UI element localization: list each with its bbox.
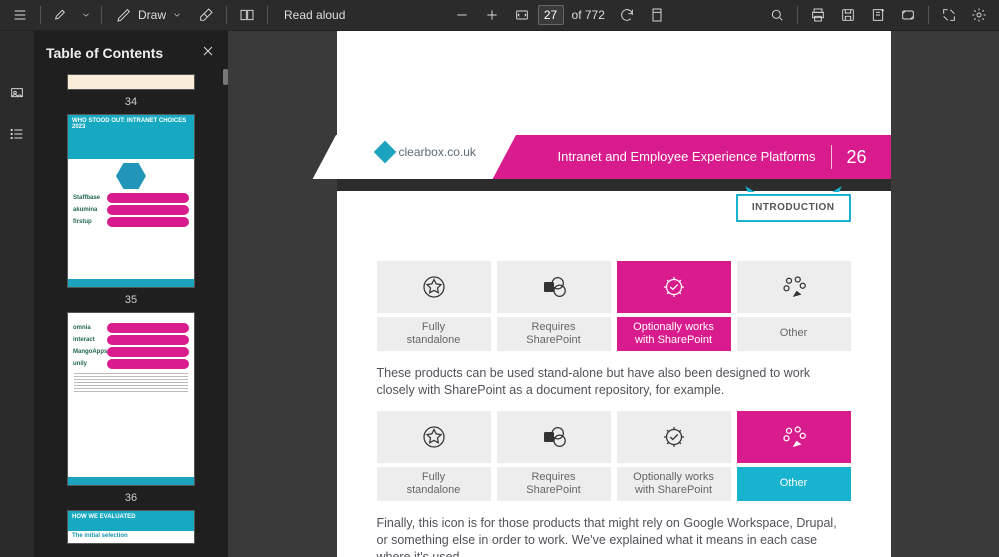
- search-icon[interactable]: [763, 1, 791, 29]
- standalone-label: Fully standalone: [377, 317, 491, 351]
- document-viewport[interactable]: clearbox.co.uk Intranet and Employee Exp…: [228, 31, 999, 557]
- pen-icon: [116, 7, 132, 23]
- thumbnail-list: 34 WHO STOOD OUT: INTRANET CHOICES 2023 …: [34, 74, 228, 557]
- requires-sharepoint-label: Requires SharePoint: [497, 467, 611, 501]
- read-aloud-button[interactable]: Read aloud: [274, 8, 355, 22]
- toc-title: Table of Contents: [46, 45, 163, 61]
- zoom-in-icon[interactable]: [478, 1, 506, 29]
- brand-logo: clearbox.co.uk: [377, 144, 476, 160]
- requires-sharepoint-label: Requires SharePoint: [497, 317, 611, 351]
- other-icon: [737, 261, 851, 313]
- thumbnail-36[interactable]: omnia interact MangoApps unily: [67, 312, 195, 486]
- para-other: Finally, this icon is for those products…: [377, 515, 851, 557]
- banner-page-number: 26: [831, 145, 866, 169]
- thumbnail-label: 35: [125, 294, 137, 306]
- zoom-out-icon[interactable]: [448, 1, 476, 29]
- pdf-page: clearbox.co.uk Intranet and Employee Exp…: [337, 31, 891, 557]
- outline-view-icon[interactable]: [4, 121, 30, 147]
- sidebar-scrollbar[interactable]: [223, 69, 228, 85]
- page-view-icon[interactable]: [643, 1, 671, 29]
- close-sidebar-icon[interactable]: [200, 43, 216, 62]
- screenshot-icon[interactable]: [894, 1, 922, 29]
- thumbnail-37[interactable]: HOW WE EVALUATED The initial selection: [67, 510, 195, 544]
- other-label: Other: [737, 467, 851, 501]
- sidebar-rail: [0, 31, 34, 557]
- settings-icon[interactable]: [965, 1, 993, 29]
- intro-tag: INTRODUCTION: [736, 194, 851, 222]
- thumbnails-view-icon[interactable]: [4, 81, 30, 107]
- option-row-icons: S: [377, 261, 851, 313]
- draw-label: Draw: [138, 8, 166, 22]
- erase-icon[interactable]: [192, 1, 220, 29]
- other-icon: [737, 411, 851, 463]
- cube-icon: [373, 141, 396, 164]
- optional-sharepoint-icon: [617, 261, 731, 313]
- standalone-label: Fully standalone: [377, 467, 491, 501]
- thumbnail-label: 36: [125, 492, 137, 504]
- fit-page-icon[interactable]: [508, 1, 536, 29]
- banner-title: Intranet and Employee Experience Platfor…: [558, 148, 816, 166]
- save-icon[interactable]: [834, 1, 862, 29]
- requires-sharepoint-icon: S: [497, 261, 611, 313]
- read-aloud-label: Read aloud: [284, 8, 345, 22]
- chevron-down-icon: [172, 10, 182, 20]
- page-controls: of 772: [448, 1, 671, 29]
- rotate-icon[interactable]: [613, 1, 641, 29]
- optional-sharepoint-label: Optionally works with SharePoint: [617, 467, 731, 501]
- other-label: Other: [737, 317, 851, 351]
- thumbnail-label: 34: [125, 96, 137, 108]
- fullscreen-icon[interactable]: [935, 1, 963, 29]
- add-note-icon[interactable]: [864, 1, 892, 29]
- optional-sharepoint-label: Optionally works with SharePoint: [617, 317, 731, 351]
- contents-icon[interactable]: [6, 1, 34, 29]
- option-row-labels: Fully standalone Requires SharePoint Opt…: [377, 317, 851, 351]
- page-number-input[interactable]: [538, 5, 564, 25]
- highlighter-dropdown-icon[interactable]: [77, 1, 95, 29]
- standalone-icon: [377, 261, 491, 313]
- svg-text:S: S: [546, 434, 551, 441]
- requires-sharepoint-icon: S: [497, 411, 611, 463]
- standalone-icon: [377, 411, 491, 463]
- svg-text:S: S: [546, 285, 551, 292]
- toc-sidebar: Table of Contents 34 WHO STOOD OUT: INTR…: [34, 31, 228, 557]
- two-page-view-icon[interactable]: [233, 1, 261, 29]
- optional-sharepoint-icon: [617, 411, 731, 463]
- page-total-label: of 772: [572, 8, 605, 22]
- highlighter-icon[interactable]: [47, 1, 75, 29]
- thumbnail-35[interactable]: WHO STOOD OUT: INTRANET CHOICES 2023 Sta…: [67, 114, 195, 288]
- thumbnail-34[interactable]: [67, 74, 195, 90]
- print-icon[interactable]: [804, 1, 832, 29]
- option-row-icons-2: S: [377, 411, 851, 463]
- option-row-labels-2: Fully standalone Requires SharePoint Opt…: [377, 467, 851, 501]
- draw-button[interactable]: Draw: [108, 7, 190, 23]
- para-optional: These products can be used stand-alone b…: [377, 365, 851, 399]
- pdf-toolbar: Draw Read aloud of 772: [0, 0, 999, 31]
